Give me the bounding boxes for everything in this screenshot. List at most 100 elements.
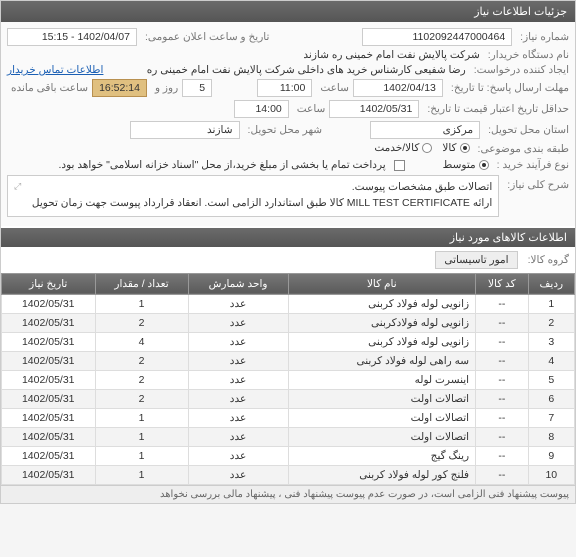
- table-cell: 4: [95, 332, 188, 351]
- table-cell: 1402/05/31: [2, 332, 96, 351]
- radio-icon: [479, 160, 489, 170]
- payment-checkbox[interactable]: [394, 160, 405, 171]
- table-cell: زانویی لوله فولادکربنی: [288, 313, 476, 332]
- table-cell: 1: [95, 427, 188, 446]
- table-row[interactable]: 2--زانویی لوله فولادکربنیعدد21402/05/31: [2, 313, 575, 332]
- table-cell: 1402/05/31: [2, 389, 96, 408]
- table-row[interactable]: 6--اتصالات اولتعدد21402/05/31: [2, 389, 575, 408]
- table-cell: اتصالات اولت: [288, 389, 476, 408]
- city-value: شازند: [130, 121, 240, 139]
- table-cell: 2: [95, 351, 188, 370]
- radio-icon: [422, 143, 432, 153]
- table-cell: 3: [528, 332, 574, 351]
- buy-type-value: متوسط: [443, 159, 476, 171]
- table-cell: 8: [528, 427, 574, 446]
- table-cell: عدد: [188, 351, 288, 370]
- deadline-date: 1402/04/13: [353, 79, 443, 97]
- table-cell: 1: [95, 465, 188, 484]
- cat-label: طبقه بندی موضوعی:: [474, 143, 569, 155]
- table-row[interactable]: 4--سه راهی لوله فولاد کربنیعدد21402/05/3…: [2, 351, 575, 370]
- table-cell: 1402/05/31: [2, 408, 96, 427]
- table-row[interactable]: 8--اتصالات اولتعدد11402/05/31: [2, 427, 575, 446]
- table-cell: --: [476, 370, 529, 389]
- table-cell: زانویی لوله فولاد کربنی: [288, 332, 476, 351]
- province-value: مرکزی: [370, 121, 480, 139]
- province-label: استان محل تحویل:: [484, 124, 569, 136]
- table-header: واحد شمارش: [188, 273, 288, 294]
- table-cell: 6: [528, 389, 574, 408]
- items-table: ردیفکد کالانام کالاواحد شمارشتعداد / مقد…: [1, 273, 575, 485]
- category-option[interactable]: کالا/خدمت: [374, 142, 432, 154]
- buy-type-option[interactable]: متوسط: [443, 159, 489, 171]
- table-cell: --: [476, 389, 529, 408]
- table-cell: --: [476, 446, 529, 465]
- table-cell: عدد: [188, 465, 288, 484]
- table-row[interactable]: 3--زانویی لوله فولاد کربنیعدد41402/05/31: [2, 332, 575, 351]
- buytype-label: نوع فرآیند خرید :: [493, 159, 569, 171]
- table-cell: 1402/05/31: [2, 446, 96, 465]
- requester-label: ایجاد کننده درخواست:: [470, 64, 569, 76]
- group-label: گروه کالا:: [524, 254, 569, 266]
- table-row[interactable]: 7--اتصالات اولتعدد11402/05/31: [2, 408, 575, 427]
- validity-date: 1402/05/31: [329, 100, 419, 118]
- need-no-label: شماره نیاز:: [516, 31, 569, 43]
- org-label: نام دستگاه خریدار:: [484, 49, 569, 61]
- need-no-value: 1102092447000464: [362, 28, 512, 46]
- table-cell: اتصالات اولت: [288, 427, 476, 446]
- table-cell: زانویی لوله فولاد کربنی: [288, 294, 476, 313]
- contact-link[interactable]: اطلاعات تماس خریدار: [7, 64, 103, 76]
- validity-time: 14:00: [234, 100, 289, 118]
- payment-note: پرداخت تمام یا بخشی از مبلغ خرید،از محل …: [58, 159, 385, 171]
- table-cell: 1: [95, 446, 188, 465]
- table-cell: عدد: [188, 446, 288, 465]
- time-word-1: ساعت: [316, 82, 349, 94]
- table-cell: عدد: [188, 294, 288, 313]
- table-row[interactable]: 10--فلنج کور لوله فولاد کربنیعدد11402/05…: [2, 465, 575, 484]
- table-cell: عدد: [188, 313, 288, 332]
- table-header: نام کالا: [288, 273, 476, 294]
- table-cell: 10: [528, 465, 574, 484]
- table-header: کد کالا: [476, 273, 529, 294]
- panel-title: جزئیات اطلاعات نیاز: [1, 1, 575, 22]
- table-cell: --: [476, 427, 529, 446]
- table-cell: عدد: [188, 332, 288, 351]
- time-left: 16:52:14: [92, 79, 147, 97]
- table-cell: 4: [528, 351, 574, 370]
- announce-value: 1402/04/07 - 15:15: [7, 28, 137, 46]
- category-label: کالا: [442, 142, 456, 154]
- table-cell: 7: [528, 408, 574, 427]
- table-cell: 2: [95, 389, 188, 408]
- table-cell: --: [476, 332, 529, 351]
- table-cell: 5: [528, 370, 574, 389]
- city-label: شهر محل تحویل:: [244, 124, 323, 136]
- table-cell: فلنج کور لوله فولاد کربنی: [288, 465, 476, 484]
- deadline-time: 11:00: [257, 79, 312, 97]
- expand-icon[interactable]: ⤢: [14, 180, 21, 194]
- table-row[interactable]: 9--رینگ گیجعدد11402/05/31: [2, 446, 575, 465]
- deadline-label: مهلت ارسال پاسخ: تا تاریخ:: [447, 82, 569, 94]
- table-row[interactable]: 5--اینسرت لولهعدد21402/05/31: [2, 370, 575, 389]
- group-value: امور تاسیساتی: [435, 251, 517, 269]
- table-cell: 1402/05/31: [2, 427, 96, 446]
- category-option[interactable]: کالا: [442, 142, 469, 154]
- table-cell: اینسرت لوله: [288, 370, 476, 389]
- table-cell: رینگ گیج: [288, 446, 476, 465]
- table-cell: سه راهی لوله فولاد کربنی: [288, 351, 476, 370]
- table-cell: 1: [95, 294, 188, 313]
- requester-value: رضا شفیعی کارشناس خرید های داخلی شرکت پا…: [107, 64, 465, 76]
- table-cell: 1402/05/31: [2, 294, 96, 313]
- validity-label: حداقل تاریخ اعتبار قیمت تا تاریخ:: [423, 103, 569, 115]
- items-section-title: اطلاعات کالاهای مورد نیاز: [1, 228, 575, 247]
- table-cell: --: [476, 465, 529, 484]
- table-header: تاریخ نیاز: [2, 273, 96, 294]
- table-header: تعداد / مقدار: [95, 273, 188, 294]
- table-cell: 1: [528, 294, 574, 313]
- remain-label: ساعت باقی مانده: [7, 82, 88, 94]
- table-cell: 2: [95, 370, 188, 389]
- table-cell: --: [476, 294, 529, 313]
- table-row[interactable]: 1--زانویی لوله فولاد کربنیعدد11402/05/31: [2, 294, 575, 313]
- table-cell: 1402/05/31: [2, 465, 96, 484]
- org-value: شرکت پالایش نفت امام خمینی ره شازند: [303, 49, 479, 61]
- footer-note: پیوست پیشنهاد فنی الزامی است، در صورت عد…: [1, 485, 575, 503]
- table-cell: عدد: [188, 427, 288, 446]
